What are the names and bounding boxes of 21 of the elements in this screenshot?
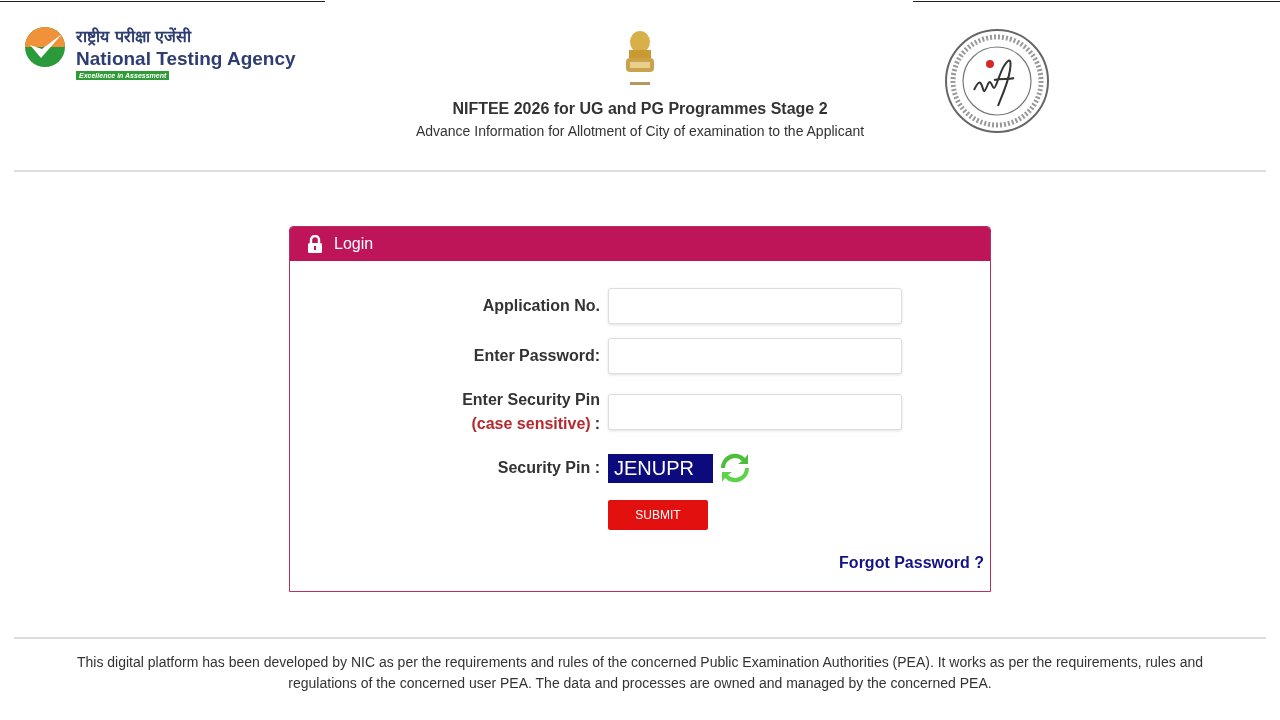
agency-name: National Testing Agency <box>76 48 296 70</box>
security-pin-code: JENUPR <box>608 453 713 483</box>
agency-hindi-name: राष्ट्रीय परीक्षा एजेंसी <box>76 26 193 48</box>
refresh-icon[interactable] <box>719 452 751 484</box>
panel-title: Login <box>334 235 374 253</box>
check-logo-icon <box>24 26 66 68</box>
footer-text: This digital platform has been developed by NIC as per the requirements and rules of the concerned Public Examination Authorities (PEA). It works as per the requirements, rules and regulations of the concerned user PEA. The data and processes are owned and managed by the concerned PEA. <box>76 653 1204 693</box>
field-label: Enter Password: <box>472 347 600 365</box>
input-field[interactable] <box>608 338 902 374</box>
field-label: Application No. <box>481 297 600 315</box>
lock-icon <box>308 235 322 253</box>
forgot-password-link[interactable]: Forgot Password ? <box>839 554 984 572</box>
label-colon: : <box>594 414 600 434</box>
page-subtitle: Advance Information for Allotment of City of examination to the Applicant <box>415 123 865 139</box>
submit-button[interactable]: SUBMIT <box>608 500 708 530</box>
input-field[interactable] <box>608 394 902 430</box>
case-sensitive-note: (case sensitive) <box>471 414 591 434</box>
field-label: Enter Security Pin <box>462 390 600 410</box>
page-title: NIFTEE 2026 for UG and PG Programmes Stage 2 <box>452 100 828 118</box>
field-label: Security Pin : <box>496 459 600 477</box>
input-field[interactable] <box>608 288 902 324</box>
